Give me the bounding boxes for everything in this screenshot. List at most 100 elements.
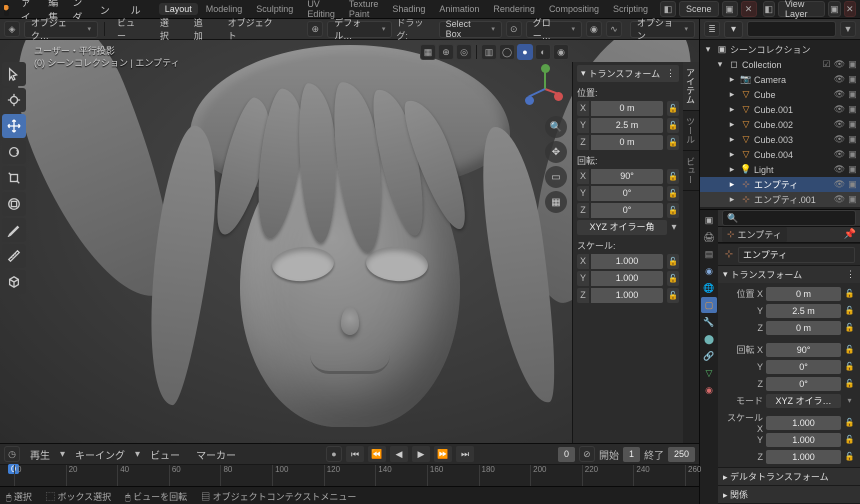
vp-menu-add[interactable]: 追加 — [188, 15, 218, 43]
ws-comp[interactable]: Compositing — [543, 3, 605, 15]
ptab-constraint[interactable]: 🔗 — [701, 348, 717, 364]
orientation-icon[interactable]: ⊕ — [307, 21, 323, 37]
tl-jump-end[interactable]: ⏭ — [456, 446, 474, 462]
tree-item-Light[interactable]: ▸💡Light👁▣ — [700, 162, 860, 177]
np-scale-x[interactable]: 1.000 — [591, 254, 663, 269]
zoom-icon[interactable]: 🔍 — [545, 116, 567, 138]
propedit-type-icon[interactable]: ∿ — [606, 21, 622, 37]
tl-editor-icon[interactable]: ◷ — [4, 446, 20, 462]
vp-menu-object[interactable]: オブジェクト — [222, 15, 288, 43]
shade-render-icon[interactable]: ◉ — [553, 44, 569, 60]
tree-item-Cube[interactable]: ▸▽Cube👁▣ — [700, 87, 860, 102]
ws-render[interactable]: Rendering — [487, 3, 541, 15]
pp-rot-x[interactable]: 90° — [766, 343, 841, 357]
sec-collapsed[interactable]: ▸ デルタトランスフォーム — [718, 468, 860, 485]
np-tab-view[interactable]: ビュー — [683, 151, 699, 191]
tl-jump-start[interactable]: ⏮ — [346, 446, 364, 462]
lock-icon[interactable]: 🔓 — [667, 101, 679, 116]
ws-shading[interactable]: Shading — [386, 3, 431, 15]
lock-icon[interactable]: 🔓 — [667, 169, 679, 184]
layer-browse-icon[interactable]: ◧ — [763, 1, 775, 17]
np-rot-z[interactable]: 0° — [591, 203, 663, 218]
props-search[interactable]: 🔍 — [722, 210, 856, 226]
tool-annotate[interactable] — [2, 218, 26, 242]
tree-collection[interactable]: ▾◻Collection☑👁▣ — [700, 57, 860, 72]
sec-collapsed[interactable]: ▸ 関係 — [718, 486, 860, 503]
lock-icon[interactable]: 🔓 — [667, 186, 679, 201]
pp-scale-y[interactable]: 1.000 — [766, 433, 841, 447]
tl-keyprev[interactable]: ⏪ — [368, 446, 386, 462]
shade-solid-icon[interactable]: ● — [517, 44, 533, 60]
lock-icon[interactable]: 🔓 — [667, 203, 679, 218]
gizmo-toggle-icon[interactable]: ⊕ — [438, 44, 454, 60]
ptab-object[interactable]: ▢ — [701, 297, 717, 313]
ws-modeling[interactable]: Modeling — [200, 3, 249, 15]
np-rotmode[interactable]: XYZ オイラー角 — [577, 220, 667, 235]
persp-ortho-icon[interactable]: ▦ — [545, 191, 567, 213]
np-tab-tool[interactable]: ツール — [683, 111, 699, 151]
tree-item-エンプティ.001[interactable]: ▸⊹エンプティ.001👁▣ — [700, 192, 860, 207]
options-popover[interactable]: オプション▾ — [630, 21, 695, 38]
np-tab-item[interactable]: アイテム — [683, 62, 699, 111]
tl-menu-marker[interactable]: マーカー — [190, 446, 242, 463]
pp-scale-x[interactable]: 1.000 — [766, 416, 841, 430]
np-pos-y[interactable]: 2.5 m — [591, 118, 663, 133]
tl-lockrange-icon[interactable]: ⊘ — [579, 446, 595, 462]
drag-select[interactable]: Select Box▾ — [439, 21, 502, 38]
tree-item-Camera[interactable]: ▸📷Camera👁▣ — [700, 72, 860, 87]
np-rot-x[interactable]: 90° — [591, 169, 663, 184]
scene-del-icon[interactable]: ✕ — [741, 1, 757, 17]
tool-measure[interactable] — [2, 244, 26, 268]
tl-current[interactable]: 0 — [558, 447, 575, 462]
pan-icon[interactable]: ✥ — [545, 141, 567, 163]
vp-menu-select[interactable]: 選択 — [154, 15, 184, 43]
np-scale-z[interactable]: 1.000 — [591, 288, 663, 303]
tool-select[interactable] — [2, 62, 26, 86]
xray-icon[interactable]: ▥ — [481, 44, 497, 60]
lock-icon[interactable]: 🔓 — [667, 254, 679, 269]
tl-menu-view[interactable]: ビュー — [144, 446, 186, 463]
tool-rotate[interactable] — [2, 140, 26, 164]
outliner-filter-icon[interactable]: ▼ — [840, 21, 856, 37]
np-rot-y[interactable]: 0° — [591, 186, 663, 201]
lock-icon[interactable]: 🔓 — [667, 135, 679, 150]
object-name-field[interactable]: エンプティ — [738, 247, 855, 263]
pp-rot-z[interactable]: 0° — [766, 377, 841, 391]
scene-name[interactable]: Scene — [679, 1, 719, 17]
pp-pos-y[interactable]: 2.5 m — [766, 304, 841, 318]
props-crumb[interactable]: ⊹エンプティ — [722, 227, 787, 242]
tool-move[interactable] — [2, 114, 26, 138]
ptab-render[interactable]: ▣ — [701, 212, 717, 228]
tl-keynext[interactable]: ⏩ — [434, 446, 452, 462]
np-scale-y[interactable]: 1.000 — [591, 271, 663, 286]
np-pos-z[interactable]: 0 m — [591, 135, 663, 150]
lock-icon[interactable]: 🔓 — [667, 118, 679, 133]
ptab-output[interactable]: 🖨 — [701, 229, 717, 245]
sec-transform[interactable]: ▾ トランスフォーム⋮ — [718, 266, 860, 283]
ptab-material[interactable]: ◉ — [701, 382, 717, 398]
snap-toggle-icon[interactable]: ⊙ — [506, 21, 522, 37]
ptab-viewlayer[interactable]: ▤ — [701, 246, 717, 262]
tool-transform[interactable] — [2, 192, 26, 216]
ptab-modifier[interactable]: 🔧 — [701, 314, 717, 330]
ptab-world[interactable]: 🌐 — [701, 280, 717, 296]
ws-anim[interactable]: Animation — [433, 3, 485, 15]
vp-menu-view[interactable]: ビュー — [111, 15, 150, 43]
selectability-icon[interactable]: ▦ — [420, 44, 436, 60]
pp-pos-z[interactable]: 0 m — [766, 321, 841, 335]
tool-scale[interactable] — [2, 166, 26, 190]
layer-new-icon[interactable]: ▣ — [828, 1, 840, 17]
outliner-display[interactable]: ▾ — [724, 21, 743, 38]
ws-script[interactable]: Scripting — [607, 3, 654, 15]
tl-menu-play[interactable]: 再生 — [24, 446, 56, 463]
scene-new-icon[interactable]: ▣ — [722, 1, 738, 17]
ptab-scene[interactable]: ◉ — [701, 263, 717, 279]
pp-rot-y[interactable]: 0° — [766, 360, 841, 374]
tree-item-エンプティ[interactable]: ▸⊹エンプティ👁▣ — [700, 177, 860, 192]
tree-item-Cube.004[interactable]: ▸▽Cube.004👁▣ — [700, 147, 860, 162]
lock-icon[interactable]: 🔓 — [667, 271, 679, 286]
pp-rotmode[interactable]: XYZ オイラ… — [766, 394, 841, 408]
tl-menu-keying[interactable]: キーイング — [69, 446, 131, 463]
shade-matprev-icon[interactable]: ◐ — [535, 44, 551, 60]
tree-item-Cube.001[interactable]: ▸▽Cube.001👁▣ — [700, 102, 860, 117]
